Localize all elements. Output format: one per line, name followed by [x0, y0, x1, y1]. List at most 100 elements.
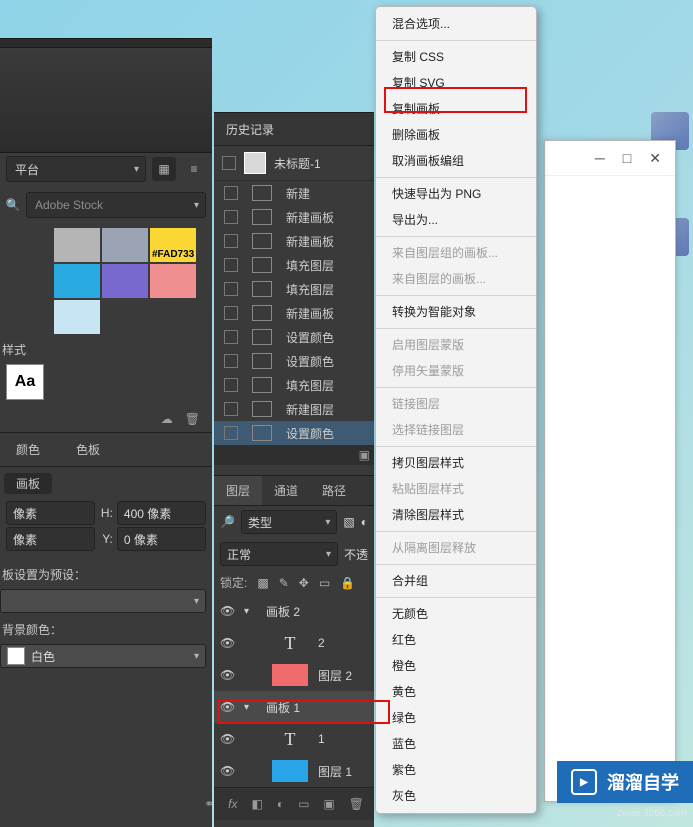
menu-item[interactable]: 混合选项... — [376, 11, 536, 37]
layer-row[interactable]: 👁T2 — [214, 627, 374, 659]
menu-item[interactable]: 快速导出为 PNG — [376, 181, 536, 207]
snapshot-checkbox[interactable] — [222, 156, 236, 170]
lock-move-icon[interactable]: ✥ — [299, 576, 309, 590]
history-checkbox[interactable] — [224, 330, 238, 344]
menu-item[interactable]: 复制 SVG — [376, 70, 536, 96]
menu-item[interactable]: 复制画板... — [376, 96, 536, 122]
history-item[interactable]: 设置颜色 — [214, 349, 374, 373]
fx-icon[interactable]: fx — [228, 797, 237, 811]
paragraph-style-sample[interactable]: Aa — [6, 364, 44, 400]
adjustment-icon[interactable]: ◐ — [277, 797, 284, 811]
menu-item[interactable]: 拷贝图层样式 — [376, 450, 536, 476]
layer-row[interactable]: 👁图层 2 — [214, 659, 374, 691]
bgcolor-select[interactable]: 白色 ▾ — [0, 644, 206, 668]
menu-item[interactable]: 合并组 — [376, 568, 536, 594]
history-item[interactable]: 新建图层 — [214, 397, 374, 421]
preset-select[interactable]: ▾ — [0, 589, 206, 613]
history-item[interactable]: 新建 — [214, 181, 374, 205]
filter-image-icon[interactable]: ▧ — [343, 515, 354, 529]
menu-item[interactable]: 删除画板 — [376, 122, 536, 148]
history-item[interactable]: 新建画板 — [214, 229, 374, 253]
history-checkbox[interactable] — [224, 282, 238, 296]
layer-row[interactable]: 👁图层 1 — [214, 755, 374, 787]
color-swatch[interactable] — [102, 228, 148, 262]
history-checkbox[interactable] — [224, 402, 238, 416]
x-input[interactable]: 像素 — [6, 527, 95, 551]
history-checkbox[interactable] — [224, 306, 238, 320]
visibility-toggle-icon[interactable]: 👁 — [220, 700, 234, 714]
menu-item[interactable]: 蓝色 — [376, 731, 536, 757]
grid-view-icon[interactable]: ▦ — [152, 157, 176, 181]
stock-search-input[interactable]: Adobe Stock ▾ — [26, 192, 206, 218]
history-item[interactable]: 填充图层 — [214, 373, 374, 397]
blend-mode-select[interactable]: 正常▾ — [220, 542, 338, 566]
lock-trans-icon[interactable]: ▩ — [257, 576, 268, 590]
list-view-icon[interactable]: ≡ — [182, 157, 206, 181]
history-item[interactable]: 填充图层 — [214, 277, 374, 301]
lock-brush-icon[interactable]: ✎ — [279, 576, 289, 590]
height-input[interactable]: 400 像素 — [117, 501, 206, 525]
visibility-toggle-icon[interactable]: 👁 — [220, 668, 234, 682]
cloud-sync-icon[interactable]: ☁ — [161, 412, 173, 426]
menu-item[interactable]: 导出为... — [376, 207, 536, 233]
menu-item[interactable]: 转换为智能对象 — [376, 299, 536, 325]
history-item[interactable]: 设置颜色 — [214, 421, 374, 445]
color-swatch[interactable] — [102, 264, 148, 298]
visibility-toggle-icon[interactable]: 👁 — [220, 604, 234, 618]
menu-item[interactable]: 绿色 — [376, 705, 536, 731]
maximize-button[interactable]: □ — [623, 150, 631, 166]
tab-channels[interactable]: 通道 — [262, 476, 310, 505]
color-swatch[interactable] — [54, 264, 100, 298]
menu-item[interactable]: 黄色 — [376, 679, 536, 705]
history-checkbox[interactable] — [224, 210, 238, 224]
trash-icon[interactable]: 🗑 — [349, 797, 364, 811]
close-button[interactable]: ✕ — [649, 150, 661, 167]
visibility-toggle-icon[interactable]: 👁 — [220, 636, 234, 650]
history-checkbox[interactable] — [224, 426, 238, 440]
menu-item[interactable]: 清除图层样式 — [376, 502, 536, 528]
lock-all-icon[interactable]: 🔒 — [340, 576, 355, 590]
menu-item[interactable]: 灰色 — [376, 783, 536, 809]
mask-icon[interactable]: ◧ — [251, 797, 262, 811]
tab-artboard[interactable]: 画板 — [4, 473, 52, 494]
visibility-toggle-icon[interactable]: 👁 — [220, 732, 234, 746]
create-document-icon[interactable]: ▣ — [359, 448, 370, 462]
libraries-dropdown[interactable]: 平台 ▾ — [6, 156, 146, 182]
width-input[interactable]: 像素 — [6, 501, 95, 525]
color-swatch[interactable] — [150, 264, 196, 298]
color-swatch[interactable] — [54, 228, 100, 262]
history-item[interactable]: 新建画板 — [214, 301, 374, 325]
layer-filter-select[interactable]: 类型▾ — [241, 510, 337, 534]
tab-color[interactable]: 颜色 — [4, 439, 52, 460]
document-thumb[interactable] — [244, 152, 266, 174]
group-icon[interactable]: ▭ — [298, 797, 309, 811]
history-item[interactable]: 新建画板 — [214, 205, 374, 229]
lock-artboard-icon[interactable]: ▭ — [319, 576, 330, 590]
tab-swatches[interactable]: 色板 — [64, 439, 112, 460]
menu-item[interactable]: 紫色 — [376, 757, 536, 783]
history-item[interactable]: 设置颜色 — [214, 325, 374, 349]
history-checkbox[interactable] — [224, 234, 238, 248]
filter-adjust-icon[interactable]: ◐ — [361, 515, 368, 529]
history-checkbox[interactable] — [224, 186, 238, 200]
new-layer-icon[interactable]: ▣ — [323, 797, 334, 811]
menu-item[interactable]: 取消画板编组 — [376, 148, 536, 174]
menu-item[interactable]: 红色 — [376, 627, 536, 653]
tab-layers[interactable]: 图层 — [214, 476, 262, 505]
y-input[interactable]: 0 像素 — [117, 527, 206, 551]
color-swatch[interactable]: #FAD733 — [150, 228, 196, 262]
chevron-down-icon[interactable]: ▾ — [244, 606, 256, 617]
menu-item[interactable]: 橙色 — [376, 653, 536, 679]
layer-row[interactable]: 👁T1 — [214, 723, 374, 755]
artboard-row[interactable]: 👁▾画板 1 — [214, 691, 374, 723]
artboard-row[interactable]: 👁▾画板 2 — [214, 595, 374, 627]
history-item[interactable]: 填充图层 — [214, 253, 374, 277]
minimize-button[interactable]: ─ — [595, 150, 605, 166]
trash-icon[interactable]: 🗑 — [185, 412, 200, 426]
history-checkbox[interactable] — [224, 354, 238, 368]
tab-paths[interactable]: 路径 — [310, 476, 358, 505]
visibility-toggle-icon[interactable]: 👁 — [220, 764, 234, 778]
chevron-down-icon[interactable]: ▾ — [244, 702, 256, 713]
menu-item[interactable]: 无颜色 — [376, 601, 536, 627]
menu-item[interactable]: 复制 CSS — [376, 44, 536, 70]
